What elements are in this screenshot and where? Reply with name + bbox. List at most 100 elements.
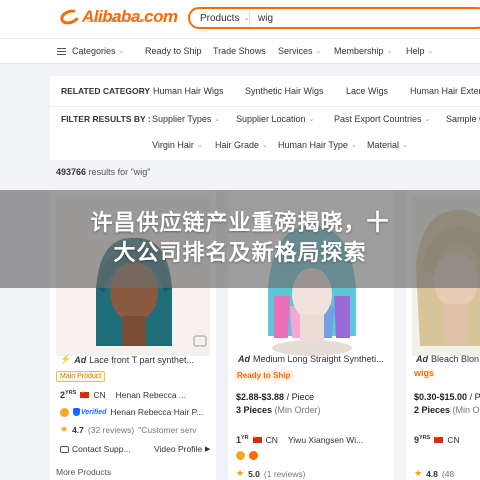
nav-categories[interactable]: Categories ⌄ [57, 46, 124, 56]
moq-value: 2 Pieces [414, 405, 451, 415]
filter-virgin-hair[interactable]: Virgin Hair ⌄ [152, 140, 203, 150]
chevron-down-icon: ⌄ [118, 48, 125, 55]
rating-value: 4.8 [426, 468, 438, 479]
product-title-text: Bleach Blon [431, 354, 480, 364]
headline-line-1: 许昌供应链产业重磅揭晓，十 [90, 211, 390, 236]
review-count[interactable]: (32 reviews) [88, 425, 134, 435]
related-human-hair-wigs[interactable]: Human Hair Wigs [153, 86, 224, 96]
chevron-down-icon: ⌄ [243, 15, 250, 22]
supplier-years: 1YR [236, 435, 249, 445]
related-category-label: RELATED CATEGORY [61, 86, 151, 96]
star-icon: ★ [236, 468, 245, 478]
ad-label: Ad [238, 354, 250, 364]
related-lace-wigs[interactable]: Lace Wigs [346, 86, 388, 96]
nav-help[interactable]: Help ⌄ [406, 46, 433, 56]
nav-services-label: Services [278, 46, 313, 56]
min-order: 2 Pieces (Min O [414, 405, 480, 415]
gold-supplier-icon [236, 451, 245, 460]
star-icon: ★ [414, 468, 423, 478]
moq-note: (Min O [452, 405, 480, 415]
category-nav: Categories ⌄ Ready to Ship Trade Shows S… [0, 38, 480, 64]
filter-human-hair-type-label: Human Hair Type [278, 140, 348, 150]
ad-label: Ad [74, 354, 87, 365]
chevron-down-icon: ⌄ [308, 116, 315, 123]
product-title[interactable]: ⚡ Ad Lace front T part synthet... [60, 354, 210, 365]
rating-row: ★ 4.8 (48 [414, 468, 454, 479]
china-flag-icon [434, 434, 444, 443]
search-input[interactable] [250, 12, 450, 24]
contact-supplier-label: Contact Supp... [72, 444, 131, 454]
verified-row: Verified Henan Rebecca Hair P... [60, 407, 203, 417]
review-note: "Customer serv [138, 424, 197, 435]
play-icon: ▶ [205, 446, 211, 453]
top-header: Alibaba.com Global trade starts here Pro… [0, 0, 480, 38]
supplier-country: CN [93, 390, 106, 400]
video-profile-button[interactable]: Video Profile ▶ [154, 444, 210, 454]
search-category-label: Products [200, 12, 240, 24]
china-flag-icon [252, 434, 262, 443]
filter-material[interactable]: Material ⌄ [367, 140, 408, 150]
chevron-down-icon: ⌄ [386, 48, 393, 55]
filter-panel: RELATED CATEGORY Human Hair Wigs Synthet… [50, 76, 480, 160]
nav-membership[interactable]: Membership ⌄ [334, 46, 392, 56]
filter-hair-grade-label: Hair Grade [215, 140, 260, 150]
filter-material-label: Material [367, 140, 400, 150]
logo-text: Alibaba.com [82, 7, 178, 26]
filter-virgin-hair-label: Virgin Hair [152, 140, 194, 150]
rating-row: ★ 4.7 (32 reviews) "Customer serv [60, 424, 196, 435]
moq-note: (Min Order) [274, 405, 321, 415]
nav-trade-shows-label: Trade Shows [213, 46, 266, 56]
filter-past-export-countries[interactable]: Past Export Countries ⌄ [334, 114, 430, 124]
alibaba-logo[interactable]: Alibaba.com [58, 6, 178, 28]
filter-sample-orders[interactable]: Sample O [446, 114, 480, 124]
review-count[interactable]: (48 [442, 469, 454, 479]
nav-categories-label: Categories [72, 46, 116, 56]
rating-value: 5.0 [248, 468, 260, 479]
filter-supplier-location[interactable]: Supplier Location ⌄ [236, 114, 314, 124]
chevron-down-icon: ⌄ [424, 116, 431, 123]
supplier-years-unit: YRS [419, 435, 431, 441]
supplier-country: CN [447, 435, 460, 445]
supplier-row: 2YRS CN Henan Rebecca ... [60, 389, 186, 400]
nav-services[interactable]: Services ⌄ [278, 46, 321, 56]
chat-icon [60, 445, 69, 453]
filter-hair-grade[interactable]: Hair Grade ⌄ [215, 140, 268, 150]
results-text: results for "wig" [88, 167, 151, 177]
rating-row: ★ 5.0 (1 reviews) [236, 468, 305, 479]
supplier-name[interactable]: Henan Rebecca ... [116, 390, 186, 400]
chevron-down-icon: ⌄ [214, 116, 221, 123]
price-unit: / P [469, 392, 480, 402]
headline-overlay: 许昌供应链产业重磅揭晓，十 大公司排名及新格局探索 [0, 190, 480, 288]
nav-ready-to-ship[interactable]: Ready to Ship [145, 46, 202, 56]
headline-line-2: 大公司排名及新格局探索 [113, 241, 367, 266]
related-synthetic-hair-wigs[interactable]: Synthetic Hair Wigs [245, 86, 324, 96]
rating-value: 4.7 [72, 424, 84, 435]
results-number: 493766 [56, 167, 87, 177]
contact-supplier-button[interactable]: Contact Supp... [60, 444, 131, 454]
nav-help-label: Help [406, 46, 425, 56]
ready-to-ship-badge: Ready to Ship [234, 370, 294, 381]
title-second-line: wigs [414, 368, 434, 378]
moq-value: 3 Pieces [236, 405, 273, 415]
supplier-icons-row [236, 451, 258, 460]
lightning-icon: ⚡ [60, 354, 72, 364]
search-bar: Products ⌄ [188, 7, 480, 29]
search-category-select[interactable]: Products ⌄ [190, 11, 250, 25]
supplier-name[interactable]: Yiwu Xiangsen Wi... [288, 435, 363, 445]
nav-trade-shows[interactable]: Trade Shows [213, 46, 266, 56]
china-flag-icon [80, 389, 90, 398]
filter-supplier-types[interactable]: Supplier Types ⌄ [152, 114, 220, 124]
video-profile-label: Video Profile [154, 444, 203, 454]
related-human-hair-extensions[interactable]: Human Hair Exter [410, 86, 480, 96]
supplier-years: 9YRS [414, 435, 430, 445]
filter-human-hair-type[interactable]: Human Hair Type ⌄ [278, 140, 357, 150]
verified-supplier-name[interactable]: Henan Rebecca Hair P... [110, 407, 203, 417]
star-icon: ★ [60, 424, 69, 434]
product-title[interactable]: Ad Bleach Blon [416, 354, 480, 364]
more-products-link[interactable]: More Products [56, 467, 111, 477]
filter-supplier-types-label: Supplier Types [152, 114, 212, 124]
review-count[interactable]: (1 reviews) [264, 469, 306, 479]
product-title[interactable]: Ad Medium Long Straight Syntheti... [238, 354, 388, 364]
product-title-text: Lace front T part synthet... [89, 354, 194, 365]
supplier-country: CN [265, 435, 278, 445]
